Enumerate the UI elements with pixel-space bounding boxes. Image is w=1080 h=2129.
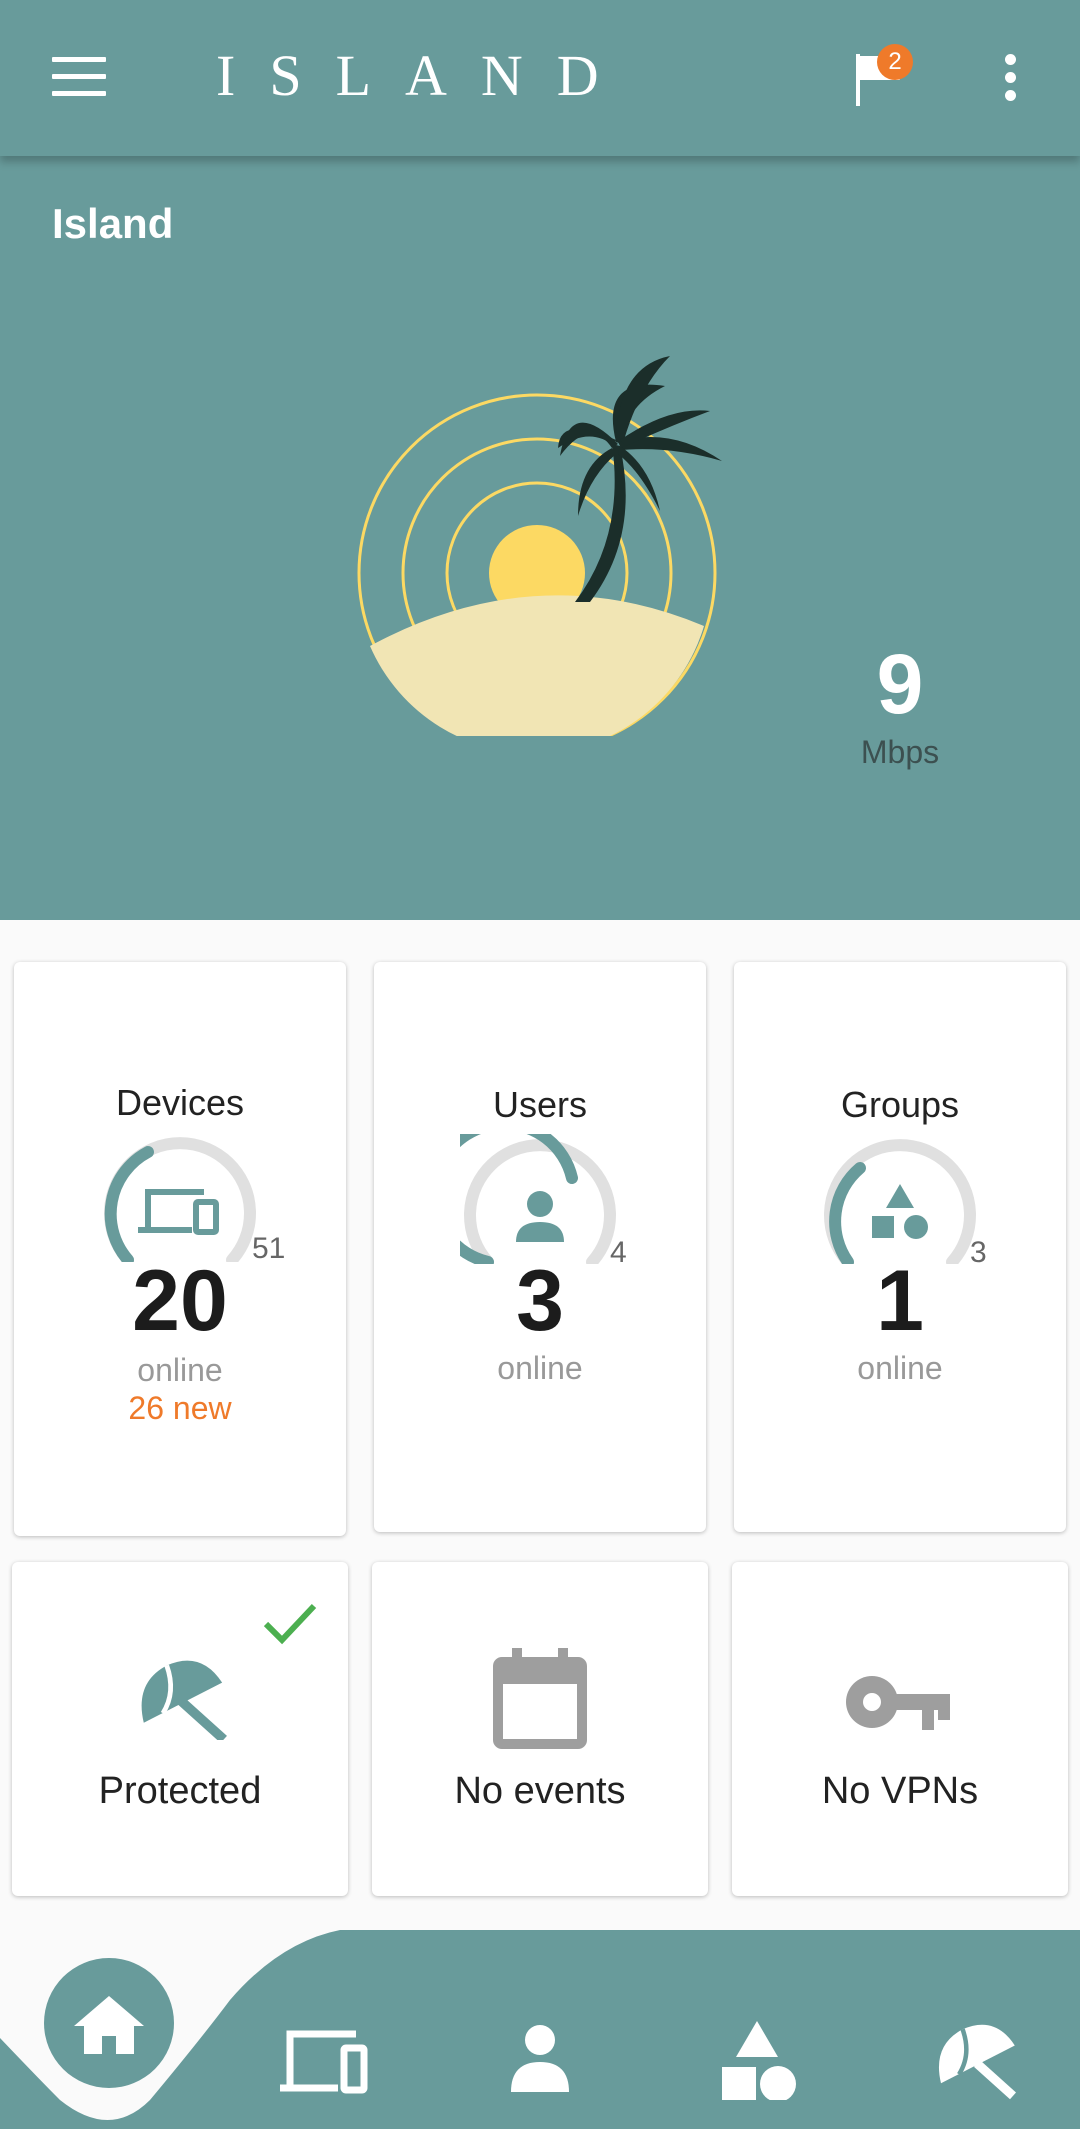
home-icon (74, 1996, 144, 2054)
devices-total: 51 (252, 1232, 286, 1265)
users-title: Users (492, 1084, 587, 1125)
groups-gauge (824, 1139, 976, 1264)
menu-icon[interactable] (52, 57, 106, 97)
vpns-card[interactable]: No VPNs (732, 1562, 1068, 1896)
nav-groups[interactable] (712, 2010, 802, 2100)
more-options-icon[interactable] (996, 54, 1028, 104)
users-gauge (460, 1134, 616, 1264)
groups-nav-icon (722, 2021, 796, 2100)
app-bar: ISLAND 2 (0, 0, 1080, 156)
devices-title: Devices (115, 1082, 245, 1123)
check-icon (263, 1603, 317, 1645)
devices-gauge (104, 1137, 256, 1262)
calendar-icon (493, 1648, 587, 1749)
vpns-label: No VPNs (821, 1770, 979, 1812)
groups-online-label: online (857, 1350, 943, 1386)
protection-card[interactable]: Protected (12, 1562, 348, 1896)
users-card[interactable]: Users 3 4 online (374, 962, 706, 1532)
groups-card[interactable]: Groups 1 3 online (734, 962, 1066, 1532)
nav-home[interactable] (44, 1958, 174, 2088)
devices-nav-icon (280, 2030, 368, 2094)
brand-logo: ISLAND (216, 43, 633, 108)
devices-card[interactable]: Devices 20 51 online 26 new (14, 962, 346, 1536)
devices-icon (138, 1189, 219, 1235)
groups-icon (872, 1184, 928, 1239)
nav-protection[interactable] (932, 2018, 1022, 2100)
network-hero: Island 9 Mbps (0, 156, 1080, 920)
nav-devices[interactable] (278, 2022, 368, 2098)
devices-online-count: 20 (132, 1253, 228, 1349)
devices-online-label: online (137, 1352, 223, 1388)
key-icon (846, 1676, 950, 1730)
events-label: No events (454, 1770, 626, 1812)
island-illustration (357, 356, 722, 736)
users-online-count: 3 (516, 1253, 564, 1349)
notification-badge: 2 (877, 44, 913, 80)
groups-online-count: 1 (876, 1253, 924, 1349)
devices-new-label: 26 new (128, 1390, 232, 1426)
users-total: 4 (610, 1236, 627, 1269)
user-icon (516, 1191, 564, 1242)
speed-unit: Mbps (860, 734, 940, 770)
protection-label: Protected (98, 1770, 262, 1812)
groups-title: Groups (840, 1084, 960, 1125)
network-name: Island (52, 200, 174, 247)
user-nav-icon (511, 2025, 569, 2092)
users-online-label: online (497, 1350, 583, 1386)
events-card[interactable]: No events (372, 1562, 708, 1896)
speed-value: 9 (876, 637, 924, 731)
groups-total: 3 (970, 1236, 987, 1269)
umbrella-icon (141, 1660, 227, 1740)
umbrella-nav-icon (938, 2024, 1017, 2100)
nav-users[interactable] (495, 2022, 585, 2098)
